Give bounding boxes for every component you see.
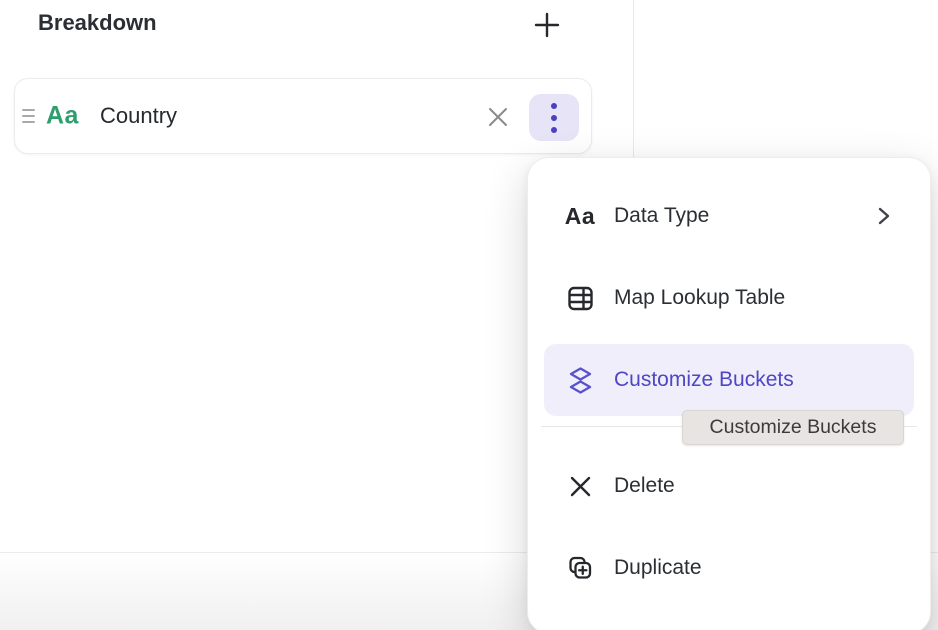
menu-item-customize-buckets[interactable]: Customize Buckets: [544, 344, 914, 416]
customize-buckets-tooltip: Customize Buckets: [682, 410, 904, 445]
chevron-right-icon: [876, 205, 892, 227]
close-icon: [486, 105, 510, 129]
breakdown-field-card[interactable]: Aa Country: [14, 78, 592, 154]
screen: Breakdown Aa Country Aa Data Type: [0, 0, 938, 630]
copy-plus-icon: [561, 554, 599, 582]
menu-item-map-lookup-table[interactable]: Map Lookup Table: [544, 262, 914, 334]
menu-item-label: Data Type: [614, 204, 709, 228]
field-type-badge: Aa: [46, 102, 79, 131]
menu-item-label: Delete: [614, 474, 675, 498]
menu-item-label: Duplicate: [614, 556, 702, 580]
text-type-icon: Aa: [561, 203, 599, 230]
add-breakdown-button[interactable]: [531, 9, 563, 41]
x-icon: [561, 474, 599, 499]
plus-icon: [533, 11, 561, 39]
remove-field-button[interactable]: [484, 103, 512, 131]
page-title: Breakdown: [38, 10, 157, 36]
menu-item-label: Customize Buckets: [614, 368, 794, 392]
field-more-options-button[interactable]: [529, 94, 579, 141]
field-context-menu: Aa Data Type Map Lookup Table: [527, 157, 931, 630]
table-icon: [561, 285, 599, 312]
kebab-menu-icon: [551, 103, 557, 133]
menu-item-duplicate[interactable]: Duplicate: [544, 532, 914, 604]
stack-icon: [561, 366, 599, 395]
drag-handle-icon[interactable]: [22, 109, 35, 123]
menu-item-delete[interactable]: Delete: [544, 450, 914, 522]
field-name-label: Country: [100, 103, 177, 129]
menu-item-data-type[interactable]: Aa Data Type: [544, 180, 914, 252]
menu-item-label: Map Lookup Table: [614, 286, 785, 310]
